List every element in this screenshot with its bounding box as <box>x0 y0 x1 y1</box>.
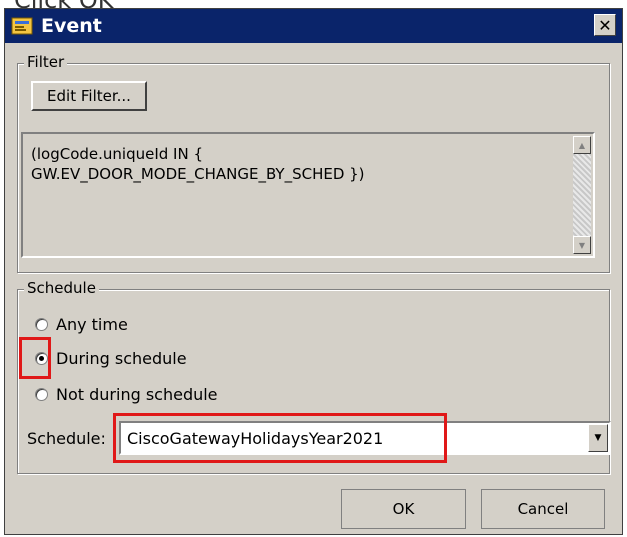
radio-highlight <box>19 337 51 379</box>
radio-label: During schedule <box>56 349 187 368</box>
filter-scrollbar[interactable]: ▲ ▼ <box>573 136 591 254</box>
scroll-down-icon[interactable]: ▼ <box>573 236 591 254</box>
event-app-icon <box>11 17 33 35</box>
schedule-field-label: Schedule: <box>27 429 106 448</box>
radio-label: Not during schedule <box>56 385 218 404</box>
radio-not-during-schedule[interactable]: Not during schedule <box>35 385 218 404</box>
scroll-up-icon[interactable]: ▲ <box>573 136 591 154</box>
event-dialog: Event ✕ Filter Edit Filter... (logCode.u… <box>4 8 623 535</box>
close-icon[interactable]: ✕ <box>594 14 616 36</box>
window-title: Event <box>41 15 102 37</box>
radio-label: Any time <box>56 315 128 334</box>
radio-during-schedule[interactable]: During schedule <box>35 349 187 368</box>
filter-expression-box[interactable]: (logCode.uniqueId IN { GW.EV_DOOR_MODE_C… <box>21 132 595 258</box>
filter-group-label: Filter <box>24 53 68 71</box>
title-bar[interactable]: Event ✕ <box>5 9 622 43</box>
radio-button[interactable] <box>35 318 48 331</box>
dropdown-highlight <box>113 413 447 463</box>
schedule-group-label: Schedule <box>24 279 99 297</box>
dropdown-arrow-icon[interactable]: ▼ <box>588 424 608 452</box>
radio-button[interactable] <box>35 388 48 401</box>
cancel-button[interactable]: Cancel <box>481 489 605 529</box>
filter-expression: (logCode.uniqueId IN { GW.EV_DOOR_MODE_C… <box>31 145 365 183</box>
edit-filter-button[interactable]: Edit Filter... <box>31 81 147 111</box>
ok-button[interactable]: OK <box>341 489 466 529</box>
radio-any-time[interactable]: Any time <box>35 315 128 334</box>
